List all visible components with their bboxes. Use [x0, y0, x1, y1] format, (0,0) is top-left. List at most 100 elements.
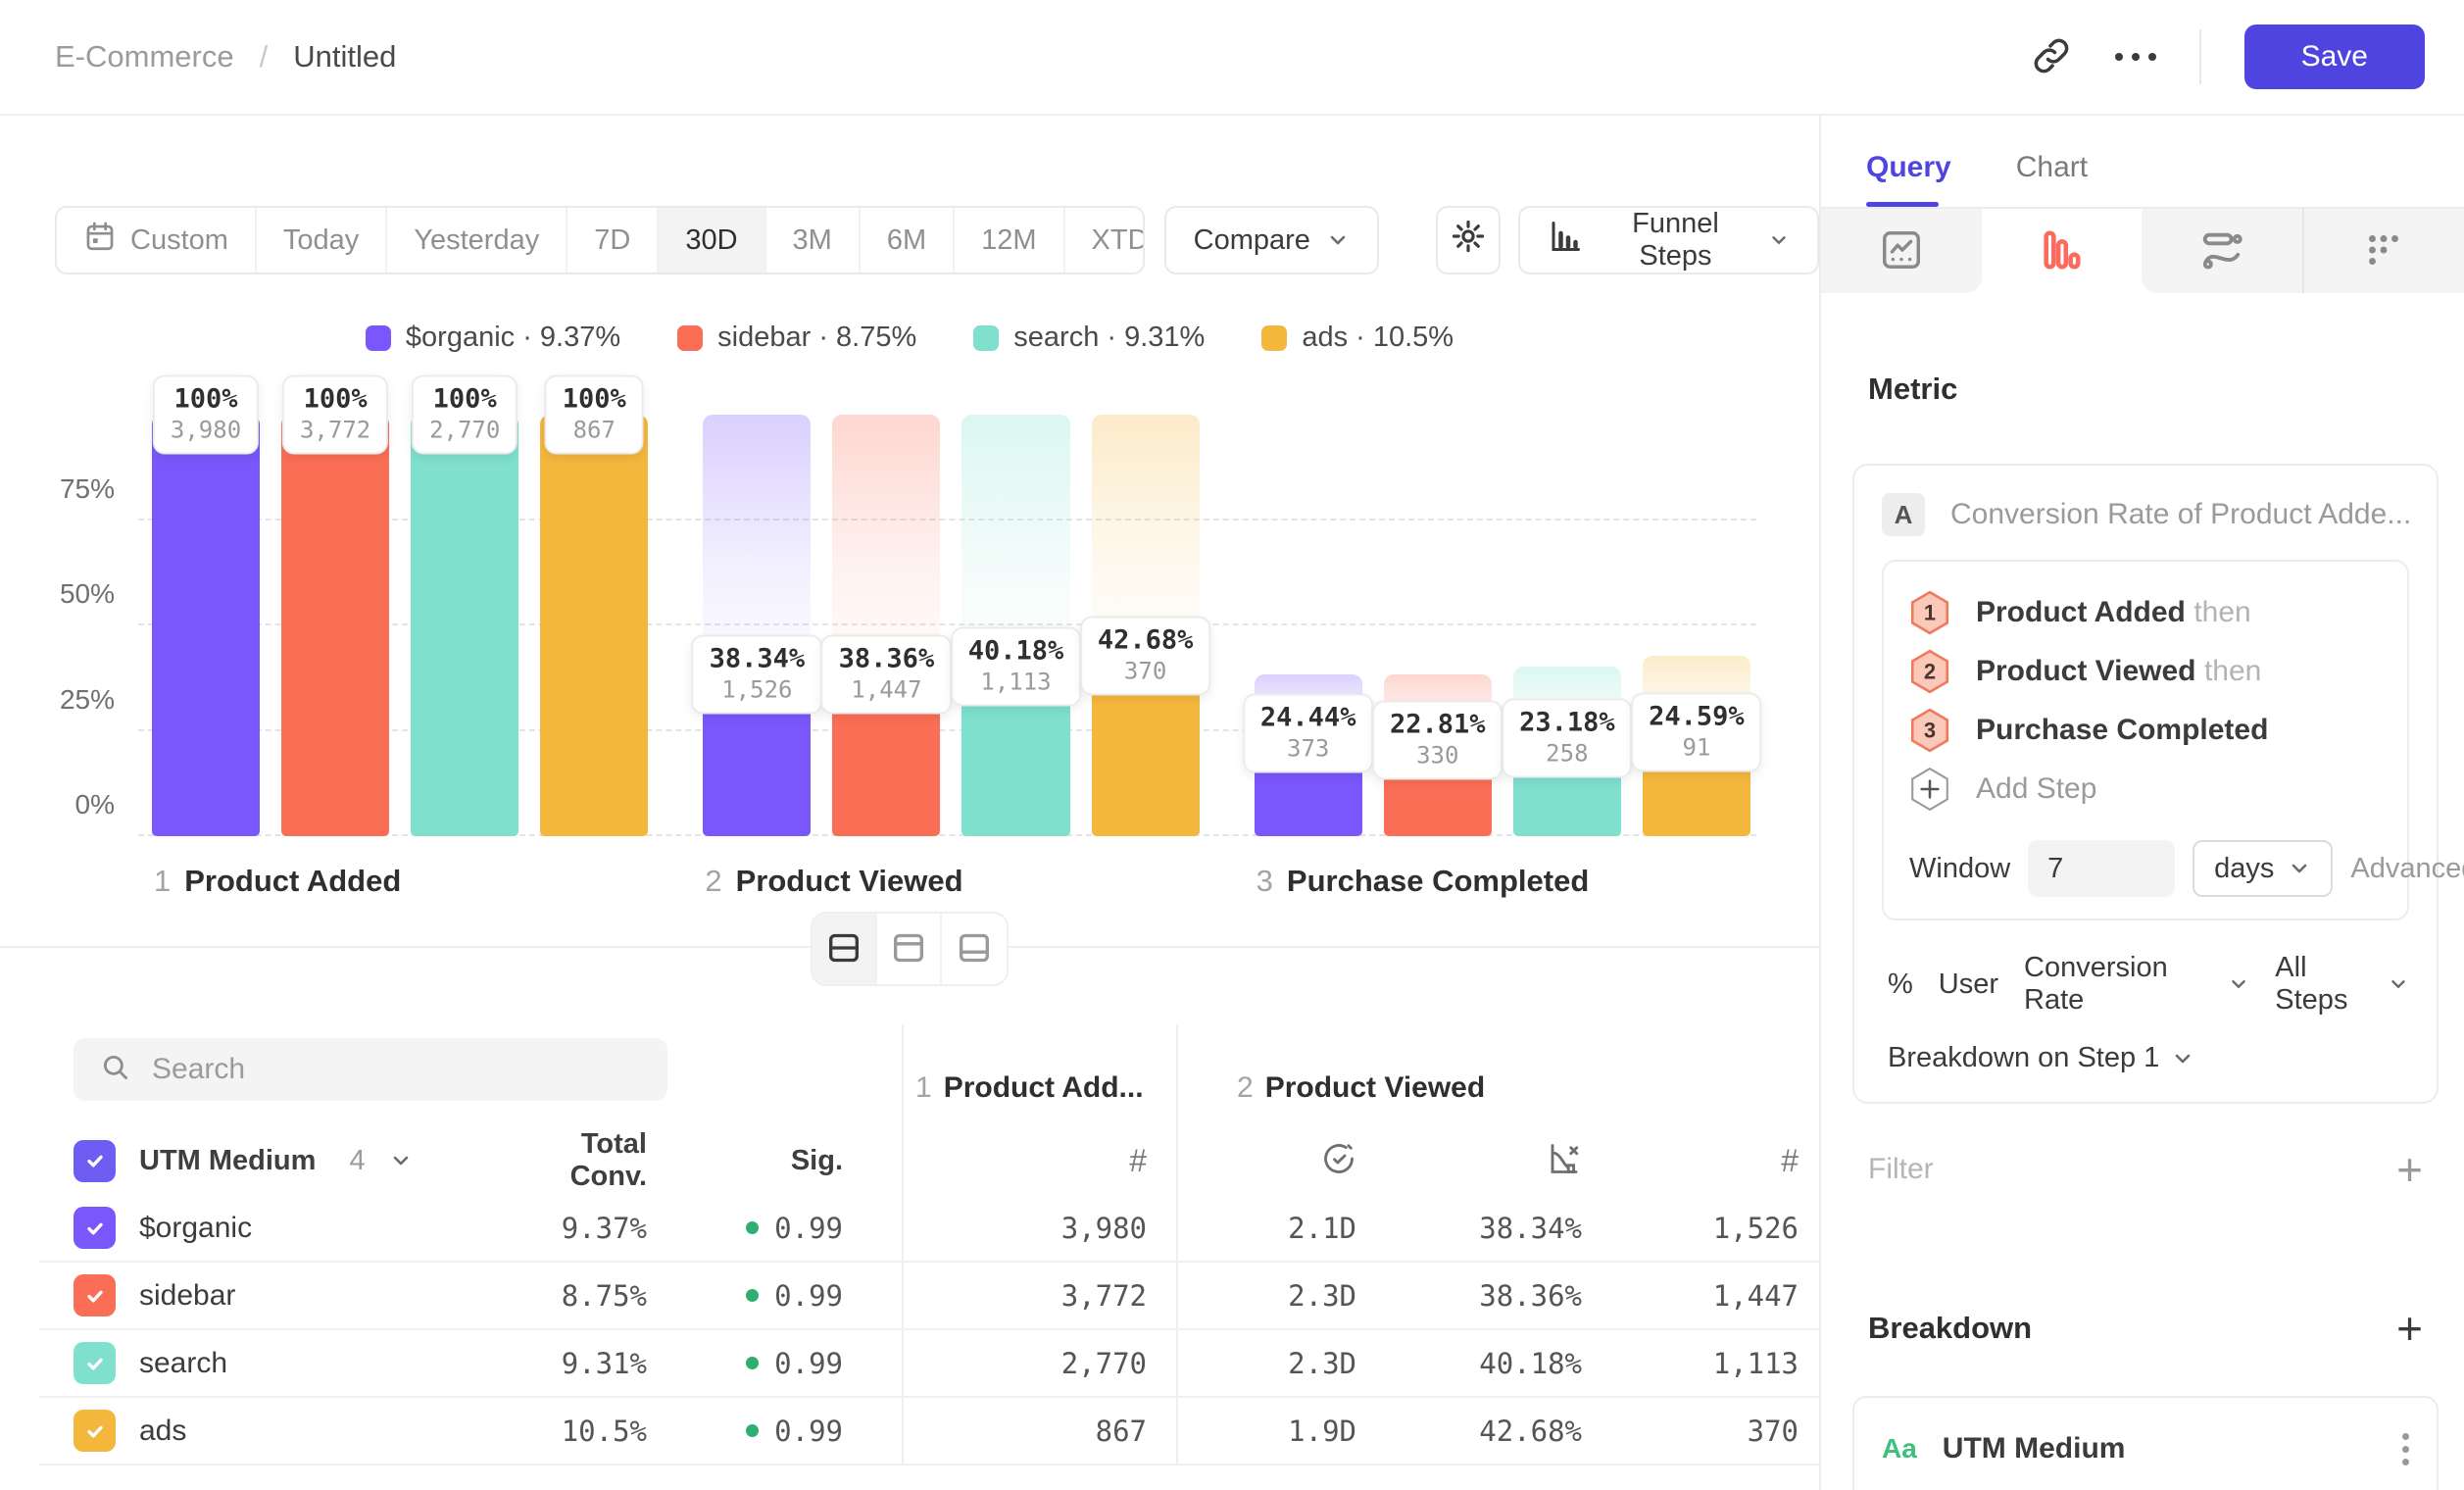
funnel-bar-search-step3[interactable]: 23.18%258 — [1513, 415, 1621, 836]
breadcrumb-report-title[interactable]: Untitled — [293, 39, 396, 74]
funnel-chart: 75% 50% 25% 0% 100%3,980100%3,772100%2,7… — [152, 415, 1750, 836]
breakdown-table: 1Product Add... 2Product Viewed UTM Medi… — [0, 1024, 1819, 1465]
layout-chart-only-button[interactable] — [877, 914, 942, 984]
bar-value-label: 40.18%1,113 — [951, 627, 1082, 707]
breakdown-column-label[interactable]: UTM Medium — [139, 1145, 316, 1177]
funnel-bar-sidebar-step3[interactable]: 22.81%330 — [1384, 415, 1492, 836]
report-type-funnels-selected[interactable] — [1982, 209, 2143, 293]
chart-view-dropdown[interactable]: Funnel Steps — [1518, 206, 1819, 274]
range-6m[interactable]: 6M — [861, 208, 955, 273]
range-3m[interactable]: 3M — [766, 208, 861, 273]
add-filter-button[interactable]: + — [2396, 1147, 2423, 1192]
save-button[interactable]: Save — [2244, 25, 2425, 89]
layout-split-view-button[interactable] — [813, 914, 877, 984]
funnel-bar-ads-step2[interactable]: 42.68%370 — [1092, 415, 1200, 836]
sig-column-header[interactable]: Sig. — [647, 1145, 843, 1177]
step2-count-column-header[interactable]: # — [1588, 1126, 1816, 1195]
legend-item-sidebar[interactable]: sidebar · 8.75% — [677, 322, 916, 354]
steps-scope-dropdown[interactable]: All Steps — [2275, 952, 2409, 1017]
breakdown-column-header: UTM Medium 4 — [39, 1140, 500, 1182]
funnel-bar-$organic-step1[interactable]: 100%3,980 — [152, 415, 260, 836]
copy-link-button[interactable] — [2031, 35, 2072, 79]
report-type-insights[interactable] — [1821, 209, 1982, 293]
breakdown-options-kebab-icon[interactable] — [2402, 1433, 2409, 1465]
funnel-bar-sidebar-step1[interactable]: 100%3,772 — [281, 415, 389, 836]
entity-dropdown[interactable]: User — [1939, 968, 1998, 1001]
chevron-down-icon — [1768, 228, 1790, 252]
table-row-sidebar[interactable]: sidebar 8.75% 0.99 3,772 2.3D 38.36% 1,4… — [39, 1263, 1819, 1330]
svg-text:2: 2 — [1924, 659, 1936, 683]
total-conv-column-header[interactable]: Total Conv. — [500, 1128, 647, 1193]
report-type-retention[interactable] — [2302, 209, 2464, 293]
funnel-bar-search-step1[interactable]: 100%2,770 — [411, 415, 518, 836]
date-range-group: Custom Today Yesterday 7D 30D 3M 6M 12M … — [55, 206, 1145, 274]
chevron-down-icon — [2171, 1047, 2194, 1070]
table-search[interactable] — [74, 1038, 667, 1101]
step2-avg-time-column-header[interactable] — [1176, 1126, 1362, 1195]
sig-value: 0.99 — [774, 1415, 843, 1448]
tab-query[interactable]: Query — [1866, 151, 1951, 207]
query-step-3[interactable]: 3 Purchase Completed — [1909, 701, 2382, 760]
legend-item-organic[interactable]: $organic · 9.37% — [366, 322, 620, 354]
avg-time: 1.9D — [1176, 1398, 1362, 1464]
window-value-input[interactable] — [2028, 840, 2175, 897]
ellipsis-icon — [2115, 53, 2156, 61]
step1-count-column-header[interactable]: # — [902, 1126, 1176, 1195]
row-checkbox[interactable] — [74, 1410, 116, 1452]
sig-value: 0.99 — [774, 1212, 843, 1245]
legend-label: search · 9.31% — [1013, 322, 1205, 354]
metric-summary-row[interactable]: A Conversion Rate of Product Adde... — [1882, 493, 2409, 536]
chevron-down-icon[interactable] — [389, 1149, 413, 1172]
advanced-dropdown[interactable]: Advanced — [2350, 853, 2464, 885]
layout-table-only-button[interactable] — [942, 914, 1007, 984]
funnel-bar-ads-step3[interactable]: 24.59%91 — [1643, 415, 1750, 836]
time-to-convert-icon — [1321, 1141, 1356, 1181]
funnel-bar-search-step2[interactable]: 40.18%1,113 — [961, 415, 1069, 836]
compare-button[interactable]: Compare — [1164, 206, 1379, 274]
table-row-ads[interactable]: ads 10.5% 0.99 867 1.9D 42.68% 370 — [39, 1398, 1819, 1465]
funnel-bar-sidebar-step2[interactable]: 38.36%1,447 — [832, 415, 940, 836]
breakdown-item-utm-medium[interactable]: Aa UTM Medium — [1852, 1396, 2439, 1490]
range-today[interactable]: Today — [257, 208, 387, 273]
funnel-bar-ads-step1[interactable]: 100%867 — [540, 415, 648, 836]
row-checkbox[interactable] — [74, 1274, 116, 1316]
report-type-flows[interactable] — [2142, 209, 2302, 293]
range-12m[interactable]: 12M — [955, 208, 1064, 273]
add-step-button[interactable]: Add Step — [1909, 760, 2382, 819]
table-row-organic[interactable]: $organic 9.37% 0.99 3,980 2.1D 38.34% 1,… — [39, 1195, 1819, 1263]
bar-value-label: 100%867 — [545, 375, 644, 455]
row-checkbox[interactable] — [74, 1207, 116, 1249]
query-step-1[interactable]: 1 Product Added then — [1909, 583, 2382, 642]
table-row-search[interactable]: search 9.31% 0.99 2,770 2.3D 40.18% 1,11… — [39, 1330, 1819, 1398]
range-xtd[interactable]: XTD — [1065, 208, 1145, 273]
range-yesterday[interactable]: Yesterday — [387, 208, 567, 273]
search-input[interactable] — [152, 1053, 583, 1086]
legend-item-ads[interactable]: ads · 10.5% — [1261, 322, 1454, 354]
step2-count: 1,526 — [1588, 1212, 1816, 1245]
add-breakdown-button[interactable]: + — [2396, 1306, 2423, 1351]
window-unit-dropdown[interactable]: days — [2193, 840, 2333, 897]
range-custom[interactable]: Custom — [57, 208, 257, 273]
chart-settings-button[interactable] — [1436, 206, 1501, 274]
range-30d-selected[interactable]: 30D — [659, 208, 765, 273]
more-menu-button[interactable] — [2115, 53, 2156, 61]
avg-time: 2.3D — [1176, 1330, 1362, 1396]
bar-value-label: 24.59%91 — [1631, 693, 1762, 772]
sig-dot — [746, 1357, 759, 1369]
funnel-bar-$organic-step2[interactable]: 38.34%1,526 — [703, 415, 811, 836]
funnel-solid-bar — [411, 415, 518, 836]
row-checkbox[interactable] — [74, 1342, 116, 1384]
step2-conv-rate-column-header[interactable] — [1362, 1126, 1588, 1195]
legend-item-search[interactable]: search · 9.31% — [973, 322, 1205, 354]
split-view-icon — [824, 928, 863, 970]
breadcrumb-project[interactable]: E-Commerce — [55, 39, 234, 74]
metric-type-dropdown[interactable]: Conversion Rate — [2024, 952, 2249, 1017]
sig-value: 0.99 — [774, 1347, 843, 1380]
select-all-checkbox[interactable] — [74, 1140, 116, 1182]
funnel-bar-$organic-step3[interactable]: 24.44%373 — [1255, 415, 1362, 836]
breakdown-on-step-dropdown[interactable]: Breakdown on Step 1 — [1882, 1042, 2409, 1074]
tab-chart[interactable]: Chart — [2016, 151, 2088, 207]
legend-swatch — [677, 325, 703, 351]
range-7d[interactable]: 7D — [567, 208, 659, 273]
query-step-2[interactable]: 2 Product Viewed then — [1909, 642, 2382, 701]
